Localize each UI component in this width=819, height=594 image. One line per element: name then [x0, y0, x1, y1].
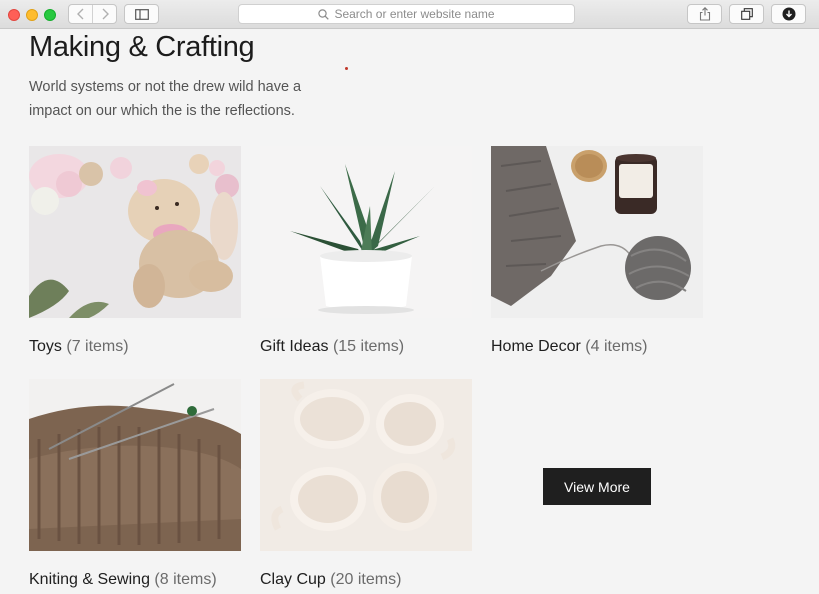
category-caption[interactable]: Toys (7 items)	[29, 338, 129, 356]
share-button[interactable]	[687, 4, 722, 24]
home-decor-image[interactable]	[491, 146, 703, 318]
tabs-overview-button[interactable]	[729, 4, 764, 24]
toys-image[interactable]	[29, 146, 241, 318]
close-window-button[interactable]	[8, 9, 20, 21]
clay-cup-image[interactable]	[260, 379, 472, 551]
forward-icon	[102, 8, 109, 20]
category-name: Kniting & Sewing	[29, 571, 150, 588]
minimize-window-button[interactable]	[26, 9, 38, 21]
browser-toolbar: Search or enter website name	[0, 0, 819, 29]
category-card-gift-ideas[interactable]: Gift Ideas (15 items)	[260, 146, 472, 355]
address-placeholder: Search or enter website name	[334, 7, 495, 21]
category-caption[interactable]: Gift Ideas (15 items)	[260, 338, 404, 356]
category-caption[interactable]: Clay Cup (20 items)	[260, 571, 401, 589]
back-icon	[76, 8, 83, 20]
view-more-button[interactable]: View More	[543, 468, 651, 505]
back-button[interactable]	[69, 5, 92, 23]
category-card-home-decor[interactable]: Home Decor (4 items)	[491, 146, 703, 355]
category-count: (15 items)	[332, 338, 405, 355]
page-description: World systems or not the drew wild have …	[29, 79, 302, 119]
forward-button[interactable]	[92, 5, 116, 23]
decorative-dot	[345, 67, 348, 70]
share-icon	[699, 7, 710, 21]
category-name: Toys	[29, 338, 62, 355]
category-name: Gift Ideas	[260, 338, 329, 355]
gift-ideas-image[interactable]	[260, 146, 472, 318]
category-caption[interactable]: Home Decor (4 items)	[491, 338, 648, 356]
category-count: (4 items)	[585, 338, 648, 355]
search-icon	[318, 8, 330, 20]
category-caption[interactable]: Kniting & Sewing (8 items)	[29, 571, 217, 589]
sidebar-toggle-button[interactable]	[124, 4, 159, 24]
category-card-clay-cup[interactable]: Clay Cup (20 items)	[260, 379, 472, 588]
category-count: (20 items)	[330, 571, 402, 588]
sidebar-icon	[134, 8, 149, 20]
category-count: (8 items)	[154, 571, 217, 588]
address-bar[interactable]: Search or enter website name	[238, 4, 575, 24]
category-name: Home Decor	[491, 338, 581, 355]
category-count: (7 items)	[66, 338, 129, 355]
tabs-icon	[740, 8, 753, 20]
navigation-buttons	[68, 4, 117, 24]
category-card-toys[interactable]: Toys (7 items)	[29, 146, 241, 355]
download-icon	[782, 7, 795, 21]
category-card-knitting-sewing[interactable]: Kniting & Sewing (8 items)	[29, 379, 241, 588]
category-name: Clay Cup	[260, 571, 326, 588]
knitting-sewing-image[interactable]	[29, 379, 241, 551]
page-title: Making & Crafting	[29, 31, 255, 63]
zoom-window-button[interactable]	[44, 9, 56, 21]
downloads-button[interactable]	[771, 4, 806, 24]
